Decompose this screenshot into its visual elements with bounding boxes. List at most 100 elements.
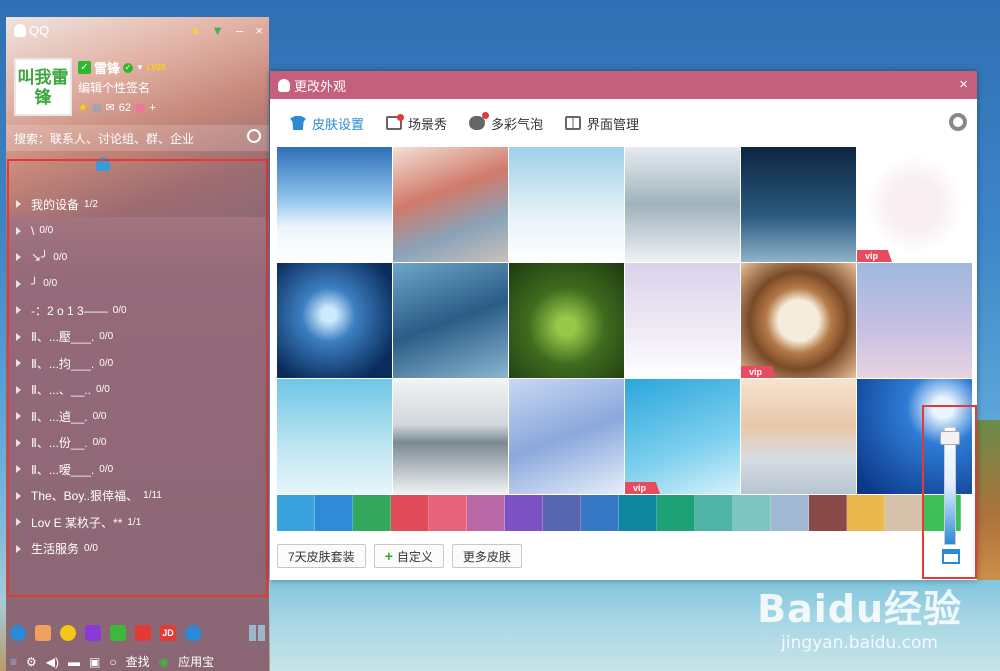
folder-icon[interactable]: ▬ [68, 655, 80, 669]
skin-thumbnail-night-lamp-umbrella[interactable] [741, 147, 856, 262]
mail-box-icon[interactable]: ▣ [89, 655, 100, 669]
window-preview-icon[interactable] [942, 549, 960, 564]
shield-icon[interactable]: ▼ [211, 23, 224, 38]
bubble-icon [469, 112, 490, 130]
status-icons-row: ★ ◎ ✉ 62 ▦ + [78, 101, 156, 115]
watermark-logo: Baidu经验 [757, 587, 962, 631]
qq-main-panel: QQ ● ▼ – × 叫我雷锋 ✓ 雷锋 ✓ ▼ LV28 编辑个性签名 ★ ◎… [6, 17, 269, 671]
check-icon: ✓ [78, 61, 91, 74]
color-swatch[interactable] [695, 495, 733, 531]
tab-colorful-bubbles[interactable]: 多彩气泡 [469, 112, 544, 133]
appstore-icon[interactable]: ◉ [159, 655, 169, 669]
search-input[interactable]: 搜索：联系人、讨论组、群、企业 [6, 125, 269, 151]
skin-thumbnail-winter-lake[interactable] [393, 379, 508, 494]
dialog-button-row: 7天皮肤套装 + 自定义 更多皮肤 [277, 544, 522, 568]
skin-thumbnail-bird-berries[interactable] [509, 379, 624, 494]
new-badge-dot [397, 114, 405, 121]
dialog-title-bar: 更改外观 × [270, 71, 977, 99]
color-swatch[interactable] [467, 495, 505, 531]
custom-skin-button[interactable]: + 自定义 [373, 544, 444, 568]
skin-thumbnail-sky-clouds[interactable] [277, 147, 392, 262]
app-grid-icon[interactable] [249, 625, 265, 641]
security-icon[interactable] [185, 625, 201, 641]
space-icon[interactable]: ◎ [92, 101, 102, 114]
picture-icon [386, 114, 405, 130]
mail-icon[interactable]: ✉ [105, 101, 114, 114]
skin-thumbnail-snowy-trees[interactable] [625, 147, 740, 262]
color-swatch[interactable] [771, 495, 809, 531]
color-swatch[interactable] [619, 495, 657, 531]
skin-thumbnail-snowflake-pattern[interactable]: vip [857, 147, 972, 262]
status-dropdown-icon[interactable]: ▼ [136, 63, 144, 72]
color-swatch[interactable] [315, 495, 353, 531]
skin-thumbnail-wooden-bridge[interactable] [741, 379, 856, 494]
skin-thumbnail-pine-branch[interactable] [509, 263, 624, 378]
skin-thumbnail-street-houses[interactable] [393, 147, 508, 262]
skin-thumbnail-snowman-forest[interactable] [509, 147, 624, 262]
bottom-toolbar: JD ≡ ⚙ ◀) ▬ ▣ ○ 查找 ◉ 应用宝 [6, 621, 269, 671]
skin-thumbnail-grid: vip vip vip [277, 147, 972, 494]
apps-icon[interactable]: ▦ [135, 101, 145, 114]
color-swatch[interactable] [429, 495, 467, 531]
skin-thumbnail-latte-art[interactable]: vip [741, 263, 856, 378]
close-button[interactable]: × [959, 76, 968, 93]
qq-penguin-icon [278, 78, 290, 92]
tab-skin-settings[interactable]: 皮肤设置 [290, 114, 364, 133]
color-swatch[interactable] [543, 495, 581, 531]
appstore-button[interactable]: 应用宝 [178, 653, 214, 670]
skin-thumbnail-merry-christmas[interactable] [393, 263, 508, 378]
nickname[interactable]: 雷锋 [94, 58, 120, 77]
vip-badge: vip [741, 366, 777, 378]
skin-thumbnail-couple-walking[interactable] [625, 263, 740, 378]
menu-icon[interactable]: ≡ [10, 655, 17, 669]
qq-penguin-icon [14, 24, 26, 37]
jd-icon[interactable]: JD [160, 625, 176, 641]
color-swatch[interactable] [809, 495, 847, 531]
tab-label: 皮肤设置 [312, 116, 365, 132]
find-button[interactable]: 查找 [126, 653, 150, 670]
qq-window-buttons: ● ▼ – × [191, 23, 263, 38]
game-icon[interactable] [35, 625, 51, 641]
add-icon[interactable]: + [149, 102, 155, 114]
medal-icon[interactable]: ● [191, 23, 199, 38]
tab-label: 多彩气泡 [491, 116, 544, 132]
more-skins-button[interactable]: 更多皮肤 [451, 544, 522, 568]
play-icon[interactable] [110, 625, 126, 641]
volume-icon[interactable]: ◀) [46, 655, 59, 669]
close-icon[interactable]: × [255, 23, 263, 38]
tab-scene-show[interactable]: 场景秀 [386, 114, 447, 133]
minimize-icon[interactable]: – [236, 23, 243, 38]
music-icon[interactable] [60, 625, 76, 641]
color-swatch[interactable] [733, 495, 771, 531]
gear-icon[interactable] [949, 113, 967, 131]
skin-thumbnail-snowflake-macro[interactable] [277, 263, 392, 378]
color-swatch[interactable] [277, 495, 315, 531]
weather-icon[interactable] [10, 625, 26, 641]
color-swatch[interactable] [353, 495, 391, 531]
color-swatch[interactable] [885, 495, 923, 531]
transparency-slider-highlight [922, 405, 977, 579]
search-icon[interactable] [247, 129, 261, 143]
skin-thumbnail-misty-trees[interactable] [857, 263, 972, 378]
color-swatch[interactable] [505, 495, 543, 531]
settings-icon[interactable]: ⚙ [26, 655, 37, 669]
tab-interface-management[interactable]: 界面管理 [565, 114, 639, 133]
color-swatch[interactable] [847, 495, 885, 531]
star-icon[interactable]: ★ [78, 101, 88, 114]
color-swatch[interactable] [391, 495, 429, 531]
nickname-row: ✓ 雷锋 ✓ ▼ LV28 [78, 58, 165, 77]
contact-list-highlight-box [7, 159, 268, 597]
find-icon[interactable]: ○ [109, 655, 116, 669]
stock-icon[interactable] [135, 625, 151, 641]
color-swatch[interactable] [581, 495, 619, 531]
avatar[interactable]: 叫我雷锋 [14, 58, 72, 116]
seven-day-skin-button[interactable]: 7天皮肤套装 [277, 544, 366, 568]
skin-thumbnail-blue-branch[interactable] [277, 379, 392, 494]
tab-label: 界面管理 [587, 116, 640, 132]
signature[interactable]: 编辑个性签名 [78, 79, 150, 96]
tshirt-icon [290, 116, 306, 130]
transparency-slider-handle[interactable] [940, 431, 960, 445]
skin-thumbnail-white-feather[interactable]: vip [625, 379, 740, 494]
color-swatch[interactable] [657, 495, 695, 531]
video-icon[interactable] [85, 625, 101, 641]
